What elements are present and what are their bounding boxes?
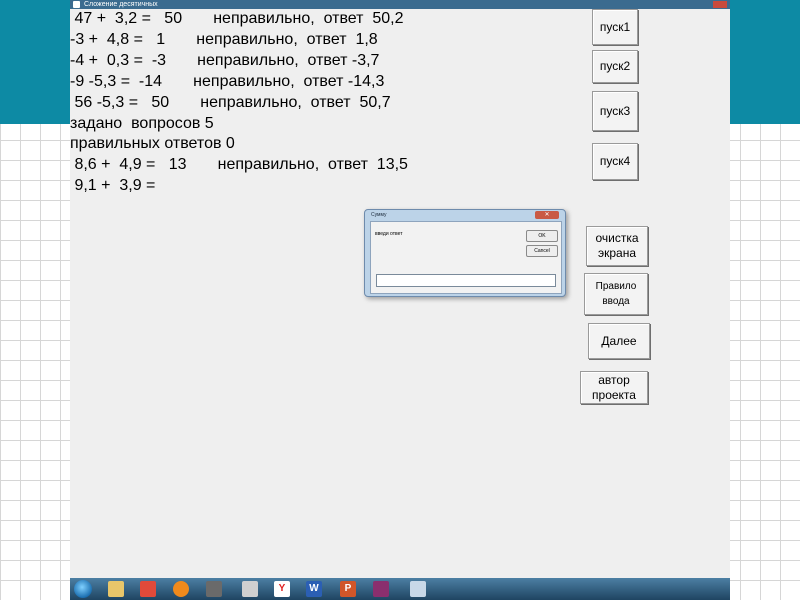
media-player-icon[interactable]	[173, 581, 189, 597]
app-icon	[73, 1, 80, 8]
output-line: -3 + 4,8 = 1 неправильно, ответ 1,8	[70, 31, 378, 48]
author-label-1: автор	[598, 372, 630, 387]
output-line: 8,6 + 4,9 = 13 неправильно, ответ 13,5	[70, 156, 408, 173]
dialog-title: Сумму	[371, 212, 387, 218]
output-line: -4 + 0,3 = -3 неправильно, ответ -3,7	[70, 52, 380, 69]
clear-screen-label-2: экрана	[597, 246, 637, 260]
taskbar: Y W P	[70, 578, 730, 600]
next-button[interactable]: Далее	[588, 323, 650, 359]
start2-button[interactable]: пуск2	[592, 50, 638, 83]
clear-screen-label-1: очистка	[595, 231, 639, 245]
start4-button[interactable]: пуск4	[592, 143, 638, 180]
author-label-2: проекта	[592, 387, 636, 402]
current-question: 9,1 + 3,9 =	[70, 177, 156, 194]
dialog-ok-button[interactable]: OK	[526, 230, 558, 242]
dialog-close-button[interactable]: ✕	[535, 211, 559, 219]
window-app-icon[interactable]	[242, 581, 258, 597]
app-icon-taskbar[interactable]	[206, 581, 222, 597]
input-rules-button[interactable]: Правило ввода	[584, 273, 648, 315]
input-dialog: Сумму ✕ введи ответ OK Cancel	[364, 209, 566, 297]
yandex-icon[interactable]: Y	[274, 581, 290, 597]
input-rules-label-1: Правило	[595, 281, 637, 292]
clear-screen-button[interactable]: очистка экрана	[586, 226, 648, 266]
author-button[interactable]: автор проекта	[580, 371, 648, 404]
output-line: 56 -5,3 = 50 неправильно, ответ 50,7	[70, 94, 391, 111]
yandex-browser-icon[interactable]	[140, 581, 156, 597]
summary-questions: задано вопросов 5	[70, 115, 214, 132]
window-title: Сложение десятичных	[84, 1, 158, 8]
winrar-icon[interactable]	[373, 581, 389, 597]
explorer-icon[interactable]	[108, 581, 124, 597]
input-rules-label-2: ввода	[602, 296, 630, 307]
dialog-cancel-button[interactable]: Cancel	[526, 245, 558, 257]
window-titlebar: Сложение десятичных	[70, 0, 730, 9]
folder-icon[interactable]	[410, 581, 426, 597]
window-close-button[interactable]	[713, 1, 727, 8]
dialog-answer-input[interactable]	[376, 274, 556, 287]
dialog-prompt: введи ответ	[375, 231, 403, 237]
word-icon[interactable]: W	[306, 581, 322, 597]
start1-button[interactable]: пуск1	[592, 9, 638, 45]
powerpoint-icon[interactable]: P	[340, 581, 356, 597]
output-line: -9 -5,3 = -14 неправильно, ответ -14,3	[70, 73, 385, 90]
start3-button[interactable]: пуск3	[592, 91, 638, 131]
output-line: 47 + 3,2 = 50 неправильно, ответ 50,2	[70, 10, 404, 27]
summary-correct: правильных ответов 0	[70, 135, 235, 152]
dialog-body: введи ответ OK Cancel	[370, 221, 562, 294]
start-button[interactable]	[74, 580, 92, 598]
